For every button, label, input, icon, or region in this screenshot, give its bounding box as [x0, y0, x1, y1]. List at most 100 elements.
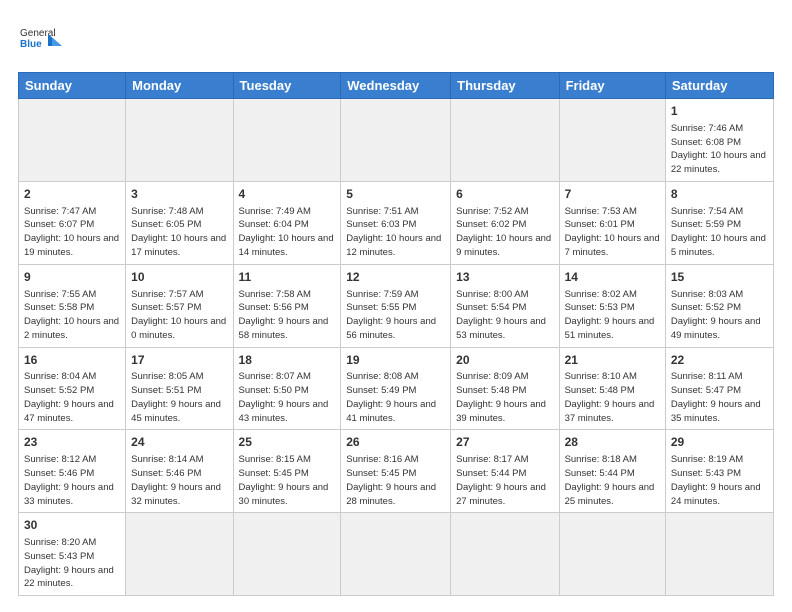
generalblue-logo-icon: General Blue — [18, 18, 62, 62]
day-number: 12 — [346, 269, 445, 286]
calendar-day-cell: 3 Sunrise: 7:48 AM Sunset: 6:05 PM Daylig… — [126, 181, 233, 264]
calendar-day-cell: 14Sunrise: 8:02 AM Sunset: 5:53 PM Dayli… — [559, 264, 665, 347]
day-of-week-header: Tuesday — [233, 73, 341, 99]
day-info: Sunrise: 7:53 AM Sunset: 6:01 PM Dayligh… — [565, 205, 660, 260]
calendar-day-cell: 21Sunrise: 8:10 AM Sunset: 5:48 PM Dayli… — [559, 347, 665, 430]
day-number: 7 — [565, 186, 660, 203]
calendar-day-cell — [126, 99, 233, 182]
calendar-week-row: 16Sunrise: 8:04 AM Sunset: 5:52 PM Dayli… — [19, 347, 774, 430]
calendar-day-cell: 5 Sunrise: 7:51 AM Sunset: 6:03 PM Daylig… — [341, 181, 451, 264]
day-info: Sunrise: 8:00 AM Sunset: 5:54 PM Dayligh… — [456, 288, 553, 343]
day-of-week-header: Saturday — [665, 73, 773, 99]
calendar-day-cell — [559, 513, 665, 596]
calendar-week-row: 9Sunrise: 7:55 AM Sunset: 5:58 PM Daylig… — [19, 264, 774, 347]
calendar-day-cell: 15Sunrise: 8:03 AM Sunset: 5:52 PM Dayli… — [665, 264, 773, 347]
calendar-day-cell — [19, 99, 126, 182]
calendar-day-cell: 25 Sunrise: 8:15 AM Sunset: 5:45 PM Dayli… — [233, 430, 341, 513]
calendar-day-cell: 1Sunrise: 7:46 AM Sunset: 6:08 PM Daylig… — [665, 99, 773, 182]
day-info: Sunrise: 7:54 AM Sunset: 5:59 PM Dayligh… — [671, 205, 768, 260]
calendar-day-cell — [559, 99, 665, 182]
calendar-day-cell: 10 Sunrise: 7:57 AM Sunset: 5:57 PM Dayli… — [126, 264, 233, 347]
day-of-week-header: Monday — [126, 73, 233, 99]
day-of-week-header: Thursday — [451, 73, 559, 99]
day-info: Sunrise: 7:52 AM Sunset: 6:02 PM Dayligh… — [456, 205, 553, 260]
calendar-day-cell: 4Sunrise: 7:49 AM Sunset: 6:04 PM Daylig… — [233, 181, 341, 264]
day-number: 28 — [565, 434, 660, 451]
day-info: Sunrise: 8:11 AM Sunset: 5:47 PM Dayligh… — [671, 370, 768, 425]
calendar-week-row: 1Sunrise: 7:46 AM Sunset: 6:08 PM Daylig… — [19, 99, 774, 182]
day-number: 2 — [24, 186, 120, 203]
day-number: 26 — [346, 434, 445, 451]
calendar-day-cell — [126, 513, 233, 596]
day-number: 4 — [239, 186, 336, 203]
day-number: 25 — [239, 434, 336, 451]
calendar-day-cell: 23 Sunrise: 8:12 AM Sunset: 5:46 PM Dayli… — [19, 430, 126, 513]
day-of-week-header: Friday — [559, 73, 665, 99]
calendar-day-cell — [233, 513, 341, 596]
header: General Blue — [18, 18, 774, 62]
calendar-header-row: SundayMondayTuesdayWednesdayThursdayFrid… — [19, 73, 774, 99]
day-info: Sunrise: 8:04 AM Sunset: 5:52 PM Dayligh… — [24, 370, 120, 425]
day-number: 30 — [24, 517, 120, 534]
day-info: Sunrise: 8:09 AM Sunset: 5:48 PM Dayligh… — [456, 370, 553, 425]
day-info: Sunrise: 8:15 AM Sunset: 5:45 PM Dayligh… — [239, 453, 336, 508]
day-number: 18 — [239, 352, 336, 369]
calendar-week-row: 23 Sunrise: 8:12 AM Sunset: 5:46 PM Dayli… — [19, 430, 774, 513]
day-info: Sunrise: 8:02 AM Sunset: 5:53 PM Dayligh… — [565, 288, 660, 343]
day-number: 23 — [24, 434, 120, 451]
day-info: Sunrise: 8:16 AM Sunset: 5:45 PM Dayligh… — [346, 453, 445, 508]
page: General Blue SundayMondayTuesdayWednesda… — [0, 0, 792, 612]
day-info: Sunrise: 8:14 AM Sunset: 5:46 PM Dayligh… — [131, 453, 227, 508]
calendar-table: SundayMondayTuesdayWednesdayThursdayFrid… — [18, 72, 774, 596]
calendar-day-cell: 16Sunrise: 8:04 AM Sunset: 5:52 PM Dayli… — [19, 347, 126, 430]
day-info: Sunrise: 7:57 AM Sunset: 5:57 PM Dayligh… — [131, 288, 227, 343]
day-number: 10 — [131, 269, 227, 286]
day-number: 11 — [239, 269, 336, 286]
day-number: 3 — [131, 186, 227, 203]
calendar-day-cell: 28Sunrise: 8:18 AM Sunset: 5:44 PM Dayli… — [559, 430, 665, 513]
calendar-day-cell: 19Sunrise: 8:08 AM Sunset: 5:49 PM Dayli… — [341, 347, 451, 430]
calendar-day-cell — [665, 513, 773, 596]
day-number: 13 — [456, 269, 553, 286]
day-of-week-header: Wednesday — [341, 73, 451, 99]
day-info: Sunrise: 7:47 AM Sunset: 6:07 PM Dayligh… — [24, 205, 120, 260]
day-number: 29 — [671, 434, 768, 451]
day-info: Sunrise: 8:12 AM Sunset: 5:46 PM Dayligh… — [24, 453, 120, 508]
calendar-day-cell: 2 Sunrise: 7:47 AM Sunset: 6:07 PM Daylig… — [19, 181, 126, 264]
day-info: Sunrise: 7:59 AM Sunset: 5:55 PM Dayligh… — [346, 288, 445, 343]
calendar-day-cell: 27 Sunrise: 8:17 AM Sunset: 5:44 PM Dayli… — [451, 430, 559, 513]
day-number: 1 — [671, 103, 768, 120]
day-info: Sunrise: 7:48 AM Sunset: 6:05 PM Dayligh… — [131, 205, 227, 260]
day-number: 22 — [671, 352, 768, 369]
svg-text:Blue: Blue — [20, 39, 42, 50]
day-number: 6 — [456, 186, 553, 203]
day-info: Sunrise: 8:03 AM Sunset: 5:52 PM Dayligh… — [671, 288, 768, 343]
day-number: 27 — [456, 434, 553, 451]
calendar-day-cell — [451, 99, 559, 182]
calendar-day-cell — [341, 513, 451, 596]
calendar-week-row: 2 Sunrise: 7:47 AM Sunset: 6:07 PM Daylig… — [19, 181, 774, 264]
day-number: 21 — [565, 352, 660, 369]
calendar-day-cell: 8Sunrise: 7:54 AM Sunset: 5:59 PM Daylig… — [665, 181, 773, 264]
day-info: Sunrise: 8:10 AM Sunset: 5:48 PM Dayligh… — [565, 370, 660, 425]
day-info: Sunrise: 8:08 AM Sunset: 5:49 PM Dayligh… — [346, 370, 445, 425]
calendar-day-cell: 6 Sunrise: 7:52 AM Sunset: 6:02 PM Daylig… — [451, 181, 559, 264]
calendar-day-cell — [341, 99, 451, 182]
day-info: Sunrise: 7:51 AM Sunset: 6:03 PM Dayligh… — [346, 205, 445, 260]
calendar-day-cell — [233, 99, 341, 182]
day-info: Sunrise: 8:17 AM Sunset: 5:44 PM Dayligh… — [456, 453, 553, 508]
day-number: 9 — [24, 269, 120, 286]
calendar-day-cell: 29Sunrise: 8:19 AM Sunset: 5:43 PM Dayli… — [665, 430, 773, 513]
day-info: Sunrise: 8:07 AM Sunset: 5:50 PM Dayligh… — [239, 370, 336, 425]
day-number: 5 — [346, 186, 445, 203]
day-of-week-header: Sunday — [19, 73, 126, 99]
calendar-day-cell: 12 Sunrise: 7:59 AM Sunset: 5:55 PM Dayli… — [341, 264, 451, 347]
calendar-day-cell: 17Sunrise: 8:05 AM Sunset: 5:51 PM Dayli… — [126, 347, 233, 430]
calendar-day-cell: 9Sunrise: 7:55 AM Sunset: 5:58 PM Daylig… — [19, 264, 126, 347]
calendar-day-cell: 22Sunrise: 8:11 AM Sunset: 5:47 PM Dayli… — [665, 347, 773, 430]
day-info: Sunrise: 8:05 AM Sunset: 5:51 PM Dayligh… — [131, 370, 227, 425]
calendar-day-cell — [451, 513, 559, 596]
calendar-day-cell: 26 Sunrise: 8:16 AM Sunset: 5:45 PM Dayli… — [341, 430, 451, 513]
calendar-day-cell: 20Sunrise: 8:09 AM Sunset: 5:48 PM Dayli… — [451, 347, 559, 430]
day-info: Sunrise: 8:20 AM Sunset: 5:43 PM Dayligh… — [24, 536, 120, 591]
